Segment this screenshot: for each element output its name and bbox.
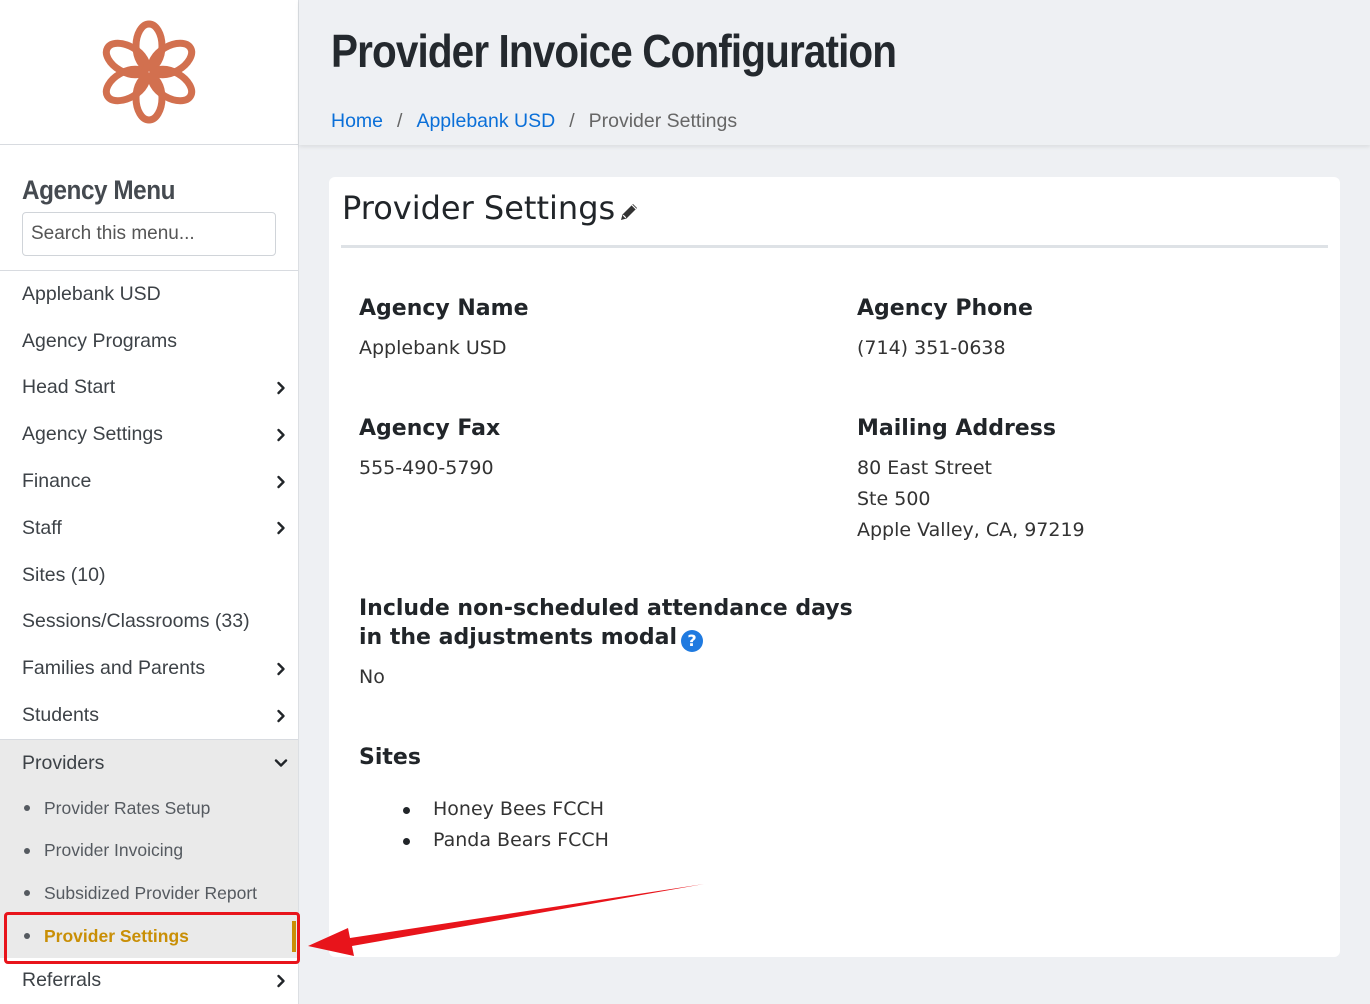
breadcrumb-separator: / [397,110,403,132]
sites-label: Sites [359,745,421,770]
sites-list: Honey Bees FCCH Panda Bears FCCH [359,794,609,856]
nonscheduled-label-line2: in the adjustments modal [359,625,677,650]
sidebar-item-label: Finance [22,470,92,493]
sidebar: Agency Menu Applebank USD Agency Programs… [0,0,299,1004]
chevron-right-icon [277,522,285,535]
sidebar-subitem-provider-invoicing[interactable]: Provider Invoicing [0,829,298,872]
chevron-down-icon [274,759,288,768]
card-divider [341,245,1328,248]
site-list-item: Honey Bees FCCH [359,794,609,825]
pencil-icon[interactable] [618,201,640,223]
sidebar-item-agency-settings[interactable]: Agency Settings [0,411,298,458]
sidebar-item-agency-programs[interactable]: Agency Programs [0,318,298,365]
agency-name-label: Agency Name [359,296,529,321]
sidebar-item-head-start[interactable]: Head Start [0,365,298,412]
nonscheduled-label-line2-wrap: in the adjustments modal? [359,623,853,652]
sidebar-subitem-subsidized-provider-report[interactable]: Subsidized Provider Report [0,872,298,915]
sidebar-item-label: Agency Settings [22,423,163,446]
chevron-right-icon [277,662,285,675]
breadcrumb-applebank-usd[interactable]: Applebank USD [416,110,555,133]
logo-area [0,0,298,145]
chevron-right-icon [277,428,285,441]
sidebar-item-label: Sites (10) [22,563,106,586]
sidebar-item-label: Applebank USD [22,282,161,305]
sidebar-item-sites-10[interactable]: Sites (10) [0,552,298,599]
breadcrumb: Home / Applebank USD / Provider Settings [331,110,737,133]
sidebar-item-label: Providers [22,751,105,774]
sidebar-item-label: Sessions/Classrooms (33) [22,610,250,633]
page-title: Provider Invoice Configuration [331,25,897,77]
sidebar-item-label: Staff [22,516,62,539]
sidebar-item-applebank-usd[interactable]: Applebank USD [0,271,298,318]
sidebar-item-students[interactable]: Students [0,692,298,739]
agency-fax-value: 555-490-5790 [359,457,494,479]
sidebar-item-referrals[interactable]: Referrals [0,958,298,1004]
settings-card: Provider Settings Agency Name Applebank … [329,177,1340,957]
sites-field: Sites Honey Bees FCCH Panda Bears FCCH [359,743,609,856]
agency-phone-value: (714) 351-0638 [857,337,1006,359]
mailing-address-field: Mailing Address 80 East Street Ste 500 A… [857,414,1085,546]
nonscheduled-label: Include non-scheduled attendance days in… [359,594,853,652]
agency-fax-label: Agency Fax [359,416,501,441]
agency-phone-label: Agency Phone [857,296,1033,321]
sidebar-item-label: Referrals [22,969,102,992]
breadcrumb-separator: / [569,110,575,132]
menu-title: Agency Menu [22,175,176,205]
bullet-icon [24,890,30,897]
page-header: Provider Invoice Configuration Home / Appl… [299,0,1370,145]
address-line: Ste 500 [857,488,931,510]
menu-search-input[interactable] [22,212,276,256]
sidebar-subitem-label: Provider Invoicing [44,840,184,861]
nav-group-providers: Providers Provider Rates Setup Provider I… [0,738,298,958]
nav-list: Applebank USD Agency Programs Head Start Ag… [0,271,298,739]
sidebar-item-staff[interactable]: Staff [0,505,298,552]
address-line: Apple Valley, CA, 97219 [857,519,1085,541]
agency-name-value: Applebank USD [359,337,507,359]
sidebar-item-label: Agency Programs [22,329,177,352]
nonscheduled-value: No [359,666,385,688]
bullet-icon [24,847,30,854]
site-list-item: Panda Bears FCCH [359,825,609,856]
bullet-icon [24,933,30,940]
sidebar-subitem-provider-rates-setup[interactable]: Provider Rates Setup [0,787,298,830]
sidebar-item-label: Students [22,704,99,727]
breadcrumb-provider-settings: Provider Settings [588,110,738,132]
mailing-address-label: Mailing Address [857,416,1056,441]
sidebar-item-label: Families and Parents [22,657,206,680]
sidebar-item-label: Head Start [22,376,116,399]
chevron-right-icon [277,475,285,488]
sub-list: Provider Rates Setup Provider Invoicing Su… [0,787,298,958]
help-icon[interactable]: ? [680,630,703,652]
nav-list-after: Referrals [0,958,298,1004]
breadcrumb-home[interactable]: Home [331,110,383,133]
sidebar-subitem-provider-settings[interactable]: Provider Settings [0,915,298,958]
nonscheduled-label-line1: Include non-scheduled attendance days [359,596,853,621]
sidebar-item-sessions-classrooms-33[interactable]: Sessions/Classrooms (33) [0,599,298,646]
address-line: 80 East Street [857,457,992,479]
mailing-address-value: 80 East Street Ste 500 Apple Valley, CA,… [857,453,1085,546]
sidebar-subitem-label: Provider Rates Setup [44,797,211,818]
bullet-icon [24,805,30,812]
chevron-right-icon [277,709,285,722]
chevron-right-icon [277,974,285,988]
agency-fax-field: Agency Fax 555-490-5790 [359,414,500,484]
sidebar-subitem-label: Provider Settings [44,925,189,946]
chevron-right-icon [277,381,285,395]
sidebar-item-providers[interactable]: Providers [0,740,298,787]
card-title: Provider Settings [342,189,616,227]
nonscheduled-field: Include non-scheduled attendance days in… [359,594,853,693]
agency-name-field: Agency Name Applebank USD [359,294,529,364]
agency-phone-field: Agency Phone (714) 351-0638 [857,294,1033,364]
sidebar-item-finance[interactable]: Finance [0,458,298,505]
sidebar-subitem-label: Subsidized Provider Report [44,882,258,903]
menu-header: Agency Menu [0,145,298,271]
flower-logo[interactable] [99,20,199,124]
sidebar-item-families-and-parents[interactable]: Families and Parents [0,645,298,692]
